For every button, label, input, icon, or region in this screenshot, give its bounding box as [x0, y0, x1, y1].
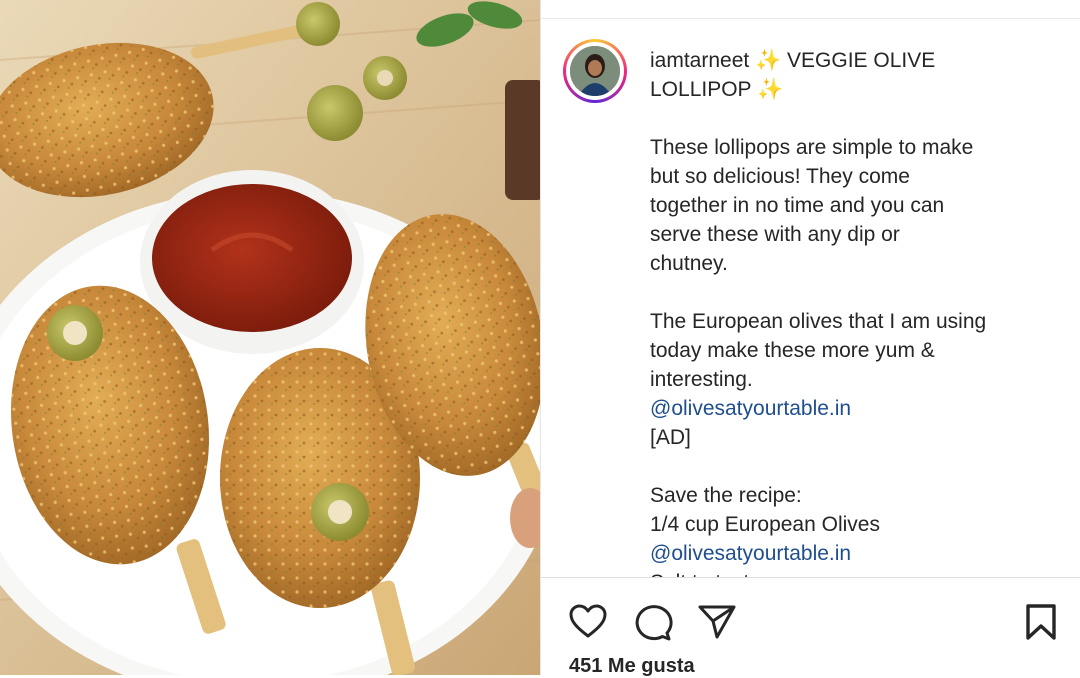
- username-link[interactable]: iamtarneet: [650, 49, 749, 72]
- comment-icon: [635, 605, 673, 641]
- save-button[interactable]: [1021, 602, 1061, 642]
- comment-button[interactable]: [633, 602, 673, 642]
- caption-recipe: Save the recipe: 1/4 cup European Olives…: [650, 481, 1050, 577]
- caption-intro: These lollipops are simple to make but s…: [650, 136, 974, 275]
- post-panel: iamtarneet ✨ VEGGIE OLIVE LOLLIPOP ✨ The…: [540, 0, 1080, 677]
- heart-icon: [569, 604, 607, 638]
- mention-link[interactable]: @olivesatyourtable.in: [650, 539, 1050, 568]
- post-caption: iamtarneet ✨ VEGGIE OLIVE LOLLIPOP ✨ The…: [650, 46, 1050, 577]
- paper-plane-icon: [698, 605, 736, 639]
- ad-tag: [AD]: [650, 426, 691, 449]
- share-button[interactable]: [697, 602, 737, 642]
- post-title: ✨ VEGGIE OLIVE: [755, 49, 936, 72]
- caption-olives: The European olives that I am using toda…: [650, 307, 1050, 452]
- post-title-cont: LOLLIPOP ✨: [650, 78, 784, 101]
- divider: [541, 577, 1080, 578]
- like-button[interactable]: [568, 602, 608, 642]
- bookmark-icon: [1026, 604, 1056, 640]
- post-image[interactable]: [0, 0, 540, 675]
- mention-link[interactable]: @olivesatyourtable.in: [650, 394, 1050, 423]
